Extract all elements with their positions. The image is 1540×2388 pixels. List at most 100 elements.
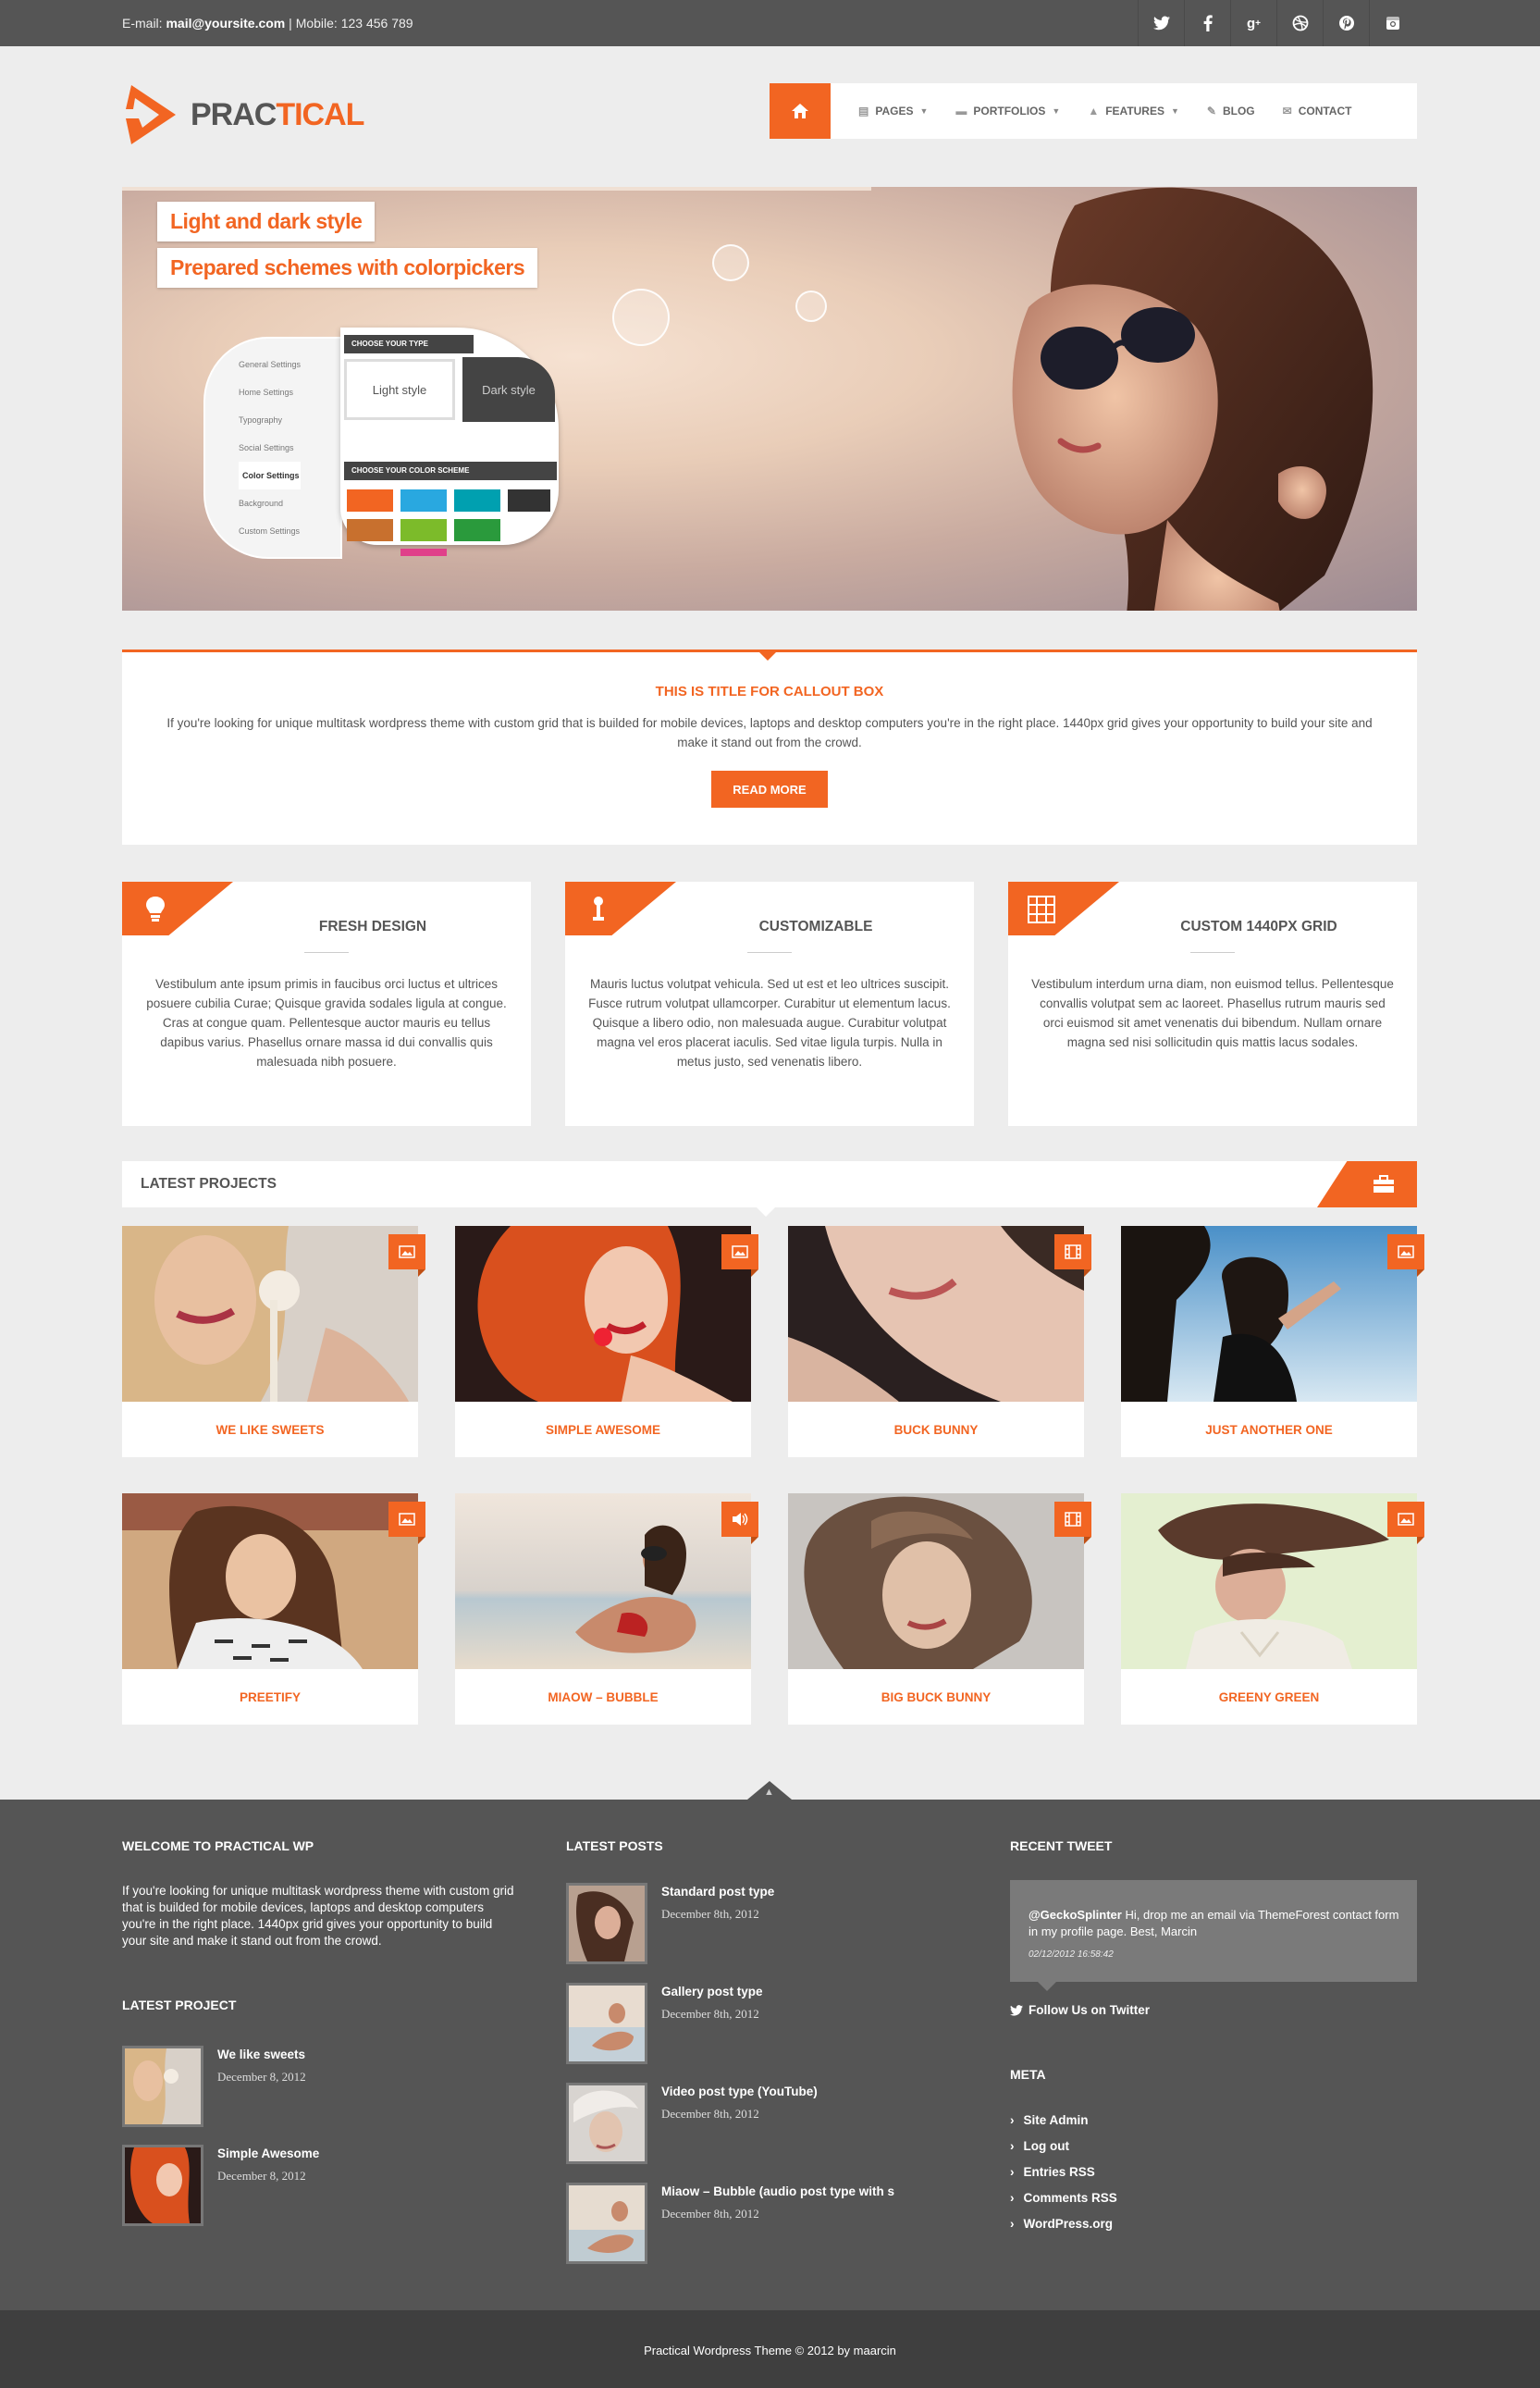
envelope-icon: ✉ — [1282, 105, 1292, 118]
nav-item-label: Features — [1105, 105, 1164, 118]
logo-mark-icon — [126, 85, 176, 144]
project-card[interactable]: Simple Awesome — [455, 1226, 758, 1457]
nav-item-blog[interactable]: ✎ Blog — [1207, 105, 1255, 118]
arrow-up-icon[interactable]: ▲ — [764, 1787, 774, 1798]
bubble-decoration — [795, 291, 827, 322]
footer-project-title[interactable]: We like sweets — [217, 2048, 305, 2061]
footer-post-title[interactable]: Video post type (YouTube) — [661, 2085, 818, 2098]
tweet-time: 02/12/2012 16:58:42 — [1029, 1949, 1114, 1960]
callout-text: If you're looking for unique multitask w… — [166, 716, 1373, 749]
footer-project-thumb[interactable] — [122, 2046, 203, 2127]
feature-text: Mauris luctus volutpat vehicula. Sed ut … — [588, 977, 951, 1069]
read-more-button[interactable]: Read More — [711, 771, 828, 808]
twitter-icon — [1010, 2004, 1023, 2016]
pinterest-icon[interactable] — [1323, 0, 1369, 46]
twitter-icon[interactable] — [1138, 0, 1184, 46]
nav-item-features[interactable]: ▲ Features ▼ — [1088, 105, 1179, 118]
chevron-right-icon: › — [1010, 2191, 1015, 2205]
project-thumbnail[interactable] — [788, 1226, 1084, 1402]
project-thumbnail[interactable] — [122, 1493, 418, 1669]
swatch — [347, 489, 393, 512]
footer-post-thumb[interactable] — [566, 2183, 647, 2264]
project-card[interactable]: We like sweets — [122, 1226, 425, 1457]
dark-style-option: Dark style — [462, 357, 555, 422]
footer-project-thumb[interactable] — [122, 2145, 203, 2226]
footer-project-date: December 8, 2012 — [217, 2070, 306, 2084]
nav-item-label: Contact — [1298, 105, 1352, 118]
follow-twitter-link[interactable]: Follow Us on Twitter — [1010, 2003, 1150, 2017]
project-card[interactable]: Preetify — [122, 1493, 425, 1725]
settings-menu-item: Custom Settings — [239, 526, 301, 536]
image-icon — [1387, 1234, 1424, 1277]
project-thumbnail[interactable] — [1121, 1226, 1417, 1402]
project-thumbnail[interactable] — [122, 1226, 418, 1402]
meta-link-log-out[interactable]: › Log out — [1010, 2139, 1117, 2153]
site-logo[interactable]: PRACTICAL — [122, 81, 364, 148]
project-card[interactable]: Buck Bunny — [788, 1226, 1091, 1457]
facebook-icon[interactable] — [1184, 0, 1230, 46]
project-title[interactable]: Just another one — [1121, 1423, 1417, 1437]
footer-post-thumb[interactable] — [566, 1983, 647, 2064]
project-thumbnail[interactable] — [788, 1493, 1084, 1669]
project-title[interactable]: We like sweets — [122, 1423, 418, 1437]
nav-item-contact[interactable]: ✉ Contact — [1283, 105, 1352, 118]
settings-preview: General Settings Home Settings Typograph… — [203, 318, 559, 582]
meta-link-comments-rss[interactable]: › Comments RSS — [1010, 2191, 1117, 2205]
project-title[interactable]: Big Buck Bunny — [788, 1690, 1084, 1704]
nav-item-pages[interactable]: ▤ Pages ▼ — [858, 105, 928, 118]
project-card[interactable]: Big Buck Bunny — [788, 1493, 1091, 1725]
settings-menu-item: Typography — [239, 415, 283, 425]
feature-text: Vestibulum ante ipsum primis in faucibus… — [146, 977, 507, 1069]
flask-icon: ▲ — [1088, 105, 1100, 118]
swatch — [454, 519, 500, 541]
nav-home-button[interactable] — [770, 83, 831, 139]
project-card[interactable]: Just another one — [1121, 1226, 1424, 1457]
project-card[interactable]: Greeny Green — [1121, 1493, 1424, 1725]
meta-link-wordpress-org[interactable]: › WordPress.org — [1010, 2217, 1117, 2231]
hero-tag-1: Light and dark style — [157, 202, 376, 241]
tweet-handle[interactable]: @GeckoSplinter — [1029, 1908, 1122, 1922]
nav-item-portfolios[interactable]: ▬ Portfolios ▼ — [955, 105, 1060, 118]
home-icon — [792, 104, 808, 118]
instagram-icon[interactable] — [1369, 0, 1415, 46]
project-card[interactable]: Miaow – Bubble — [455, 1493, 758, 1725]
project-title[interactable]: Greeny Green — [1121, 1690, 1417, 1704]
feature-box: Custom 1440px Grid Vestibulum interdum u… — [1008, 882, 1417, 1126]
footer-post-title[interactable]: Standard post type — [661, 1885, 774, 1899]
contact-info: E-mail: mail@yoursite.com | Mobile: 123 … — [122, 16, 413, 31]
footer-post-thumb[interactable] — [566, 2083, 647, 2164]
latest-projects-header — [122, 1161, 1417, 1207]
meta-list: › Site Admin › Log out › Entries RSS › Comme… — [1010, 2113, 1117, 2231]
project-title[interactable]: Simple Awesome — [455, 1423, 751, 1437]
project-thumbnail[interactable] — [1121, 1493, 1417, 1669]
email-label: E-mail: — [122, 16, 163, 31]
google-plus-icon[interactable]: g + — [1230, 0, 1276, 46]
footer-post-title[interactable]: Gallery post type — [661, 1985, 763, 1998]
film-icon — [1054, 1234, 1091, 1277]
meta-link-site-admin[interactable]: › Site Admin — [1010, 2113, 1117, 2127]
project-thumbnail[interactable] — [455, 1493, 751, 1669]
project-title[interactable]: Preetify — [122, 1690, 418, 1704]
nav-item-label: Pages — [875, 105, 914, 118]
project-title[interactable]: Miaow – Bubble — [455, 1690, 751, 1704]
bubble-decoration — [712, 244, 749, 281]
footer-post-title[interactable]: Miaow – Bubble (audio post type with s — [661, 2184, 894, 2198]
footer-project-title[interactable]: Simple Awesome — [217, 2147, 319, 2160]
meta-link-entries-rss[interactable]: › Entries RSS — [1010, 2165, 1117, 2179]
tweet-notch — [1038, 1982, 1056, 1991]
chevron-right-icon: › — [1010, 2139, 1015, 2153]
footer-post-thumb[interactable] — [566, 1883, 647, 1964]
swatch — [400, 549, 447, 556]
footer-post-date: December 8th, 2012 — [661, 2207, 759, 2221]
footer-latest-project-title: Latest Project — [122, 1998, 237, 2012]
project-title[interactable]: Buck Bunny — [788, 1423, 1084, 1437]
mobile-number: Mobile: 123 456 789 — [295, 16, 413, 31]
email-link[interactable]: mail@yoursite.com — [166, 16, 285, 31]
thermometer-icon — [582, 893, 615, 926]
dribbble-icon[interactable] — [1276, 0, 1323, 46]
settings-menu-list: General Settings Home Settings Typograph… — [239, 351, 302, 545]
hero-slider[interactable]: Light and dark style Prepared schemes wi… — [122, 187, 1417, 611]
footer-post-date: December 8th, 2012 — [661, 2007, 759, 2021]
logo-text-part2: TICAL — [276, 96, 364, 132]
project-thumbnail[interactable] — [455, 1226, 751, 1402]
